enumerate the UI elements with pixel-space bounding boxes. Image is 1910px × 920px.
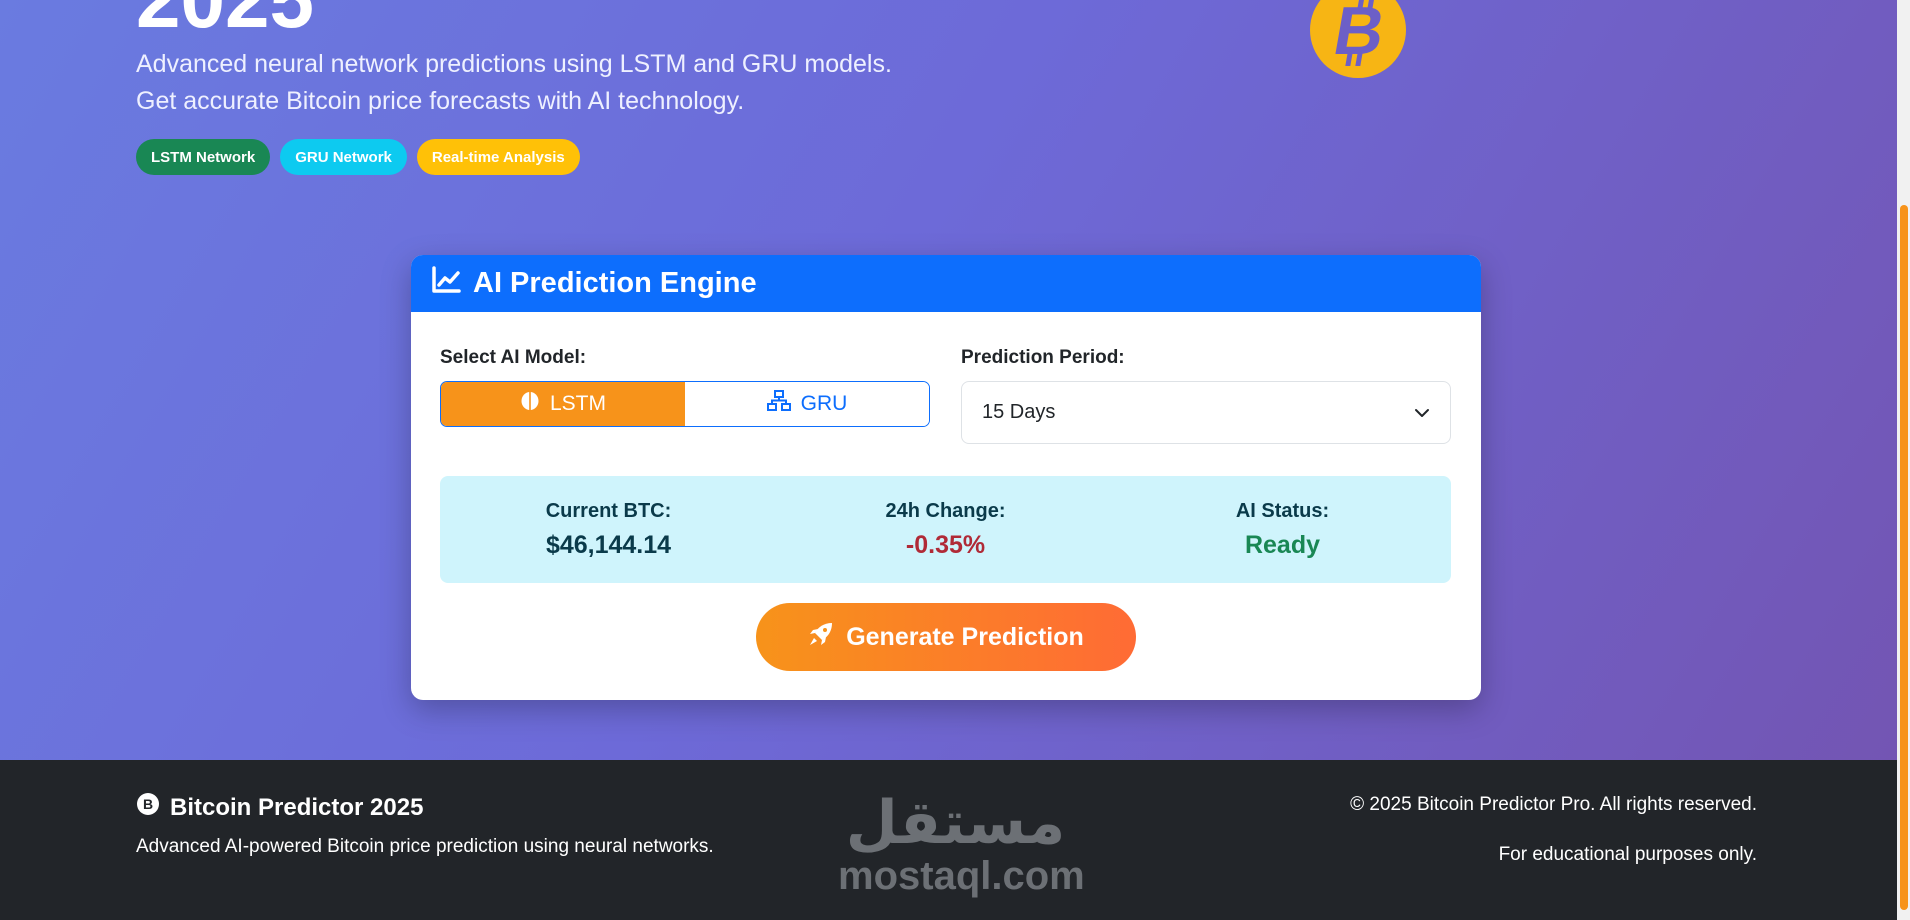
model-toggle-group: LSTM GRU — [440, 381, 930, 427]
period-value: 15 Days — [982, 401, 1056, 423]
model-label: Select AI Model: — [440, 347, 587, 368]
market-stats: Current BTC: $46,144.14 24h Change: -0.3… — [440, 476, 1451, 583]
prediction-engine-card: AI Prediction Engine Select AI Model: LS… — [411, 255, 1481, 700]
generate-label: Generate Prediction — [846, 622, 1084, 651]
model-button-gru[interactable]: GRU — [685, 382, 929, 426]
hero-section: 2025 Advanced neural network predictions… — [0, 0, 1897, 760]
model-label-lstm: LSTM — [549, 392, 606, 415]
footer-title: Bitcoin Predictor 2025 — [170, 793, 424, 821]
page-scrollbar[interactable] — [1897, 0, 1910, 920]
footer-brand: B Bitcoin Predictor 2025 — [136, 792, 423, 823]
card-title: AI Prediction Engine — [473, 267, 757, 299]
stat-24h-change: 24h Change: -0.35% — [777, 476, 1114, 583]
period-label: Prediction Period: — [961, 347, 1125, 368]
footer-legal: © 2025 Bitcoin Predictor Pro. All rights… — [1350, 794, 1757, 894]
brain-icon — [520, 391, 540, 417]
badge-lstm: LSTM Network — [136, 139, 271, 175]
feature-badges: LSTM Network GRU Network Real-time Analy… — [136, 139, 580, 175]
model-button-lstm[interactable]: LSTM — [441, 382, 685, 426]
bitcoin-logo-icon: B — [1310, 0, 1406, 78]
watermark-latin: mostaql.com — [838, 854, 1085, 898]
scrollbar-thumb[interactable] — [1900, 205, 1908, 910]
watermark-logo: مستقل mostaql.com — [838, 789, 1085, 898]
stat-value: $46,144.14 — [545, 530, 672, 559]
bitcoin-icon: B — [136, 792, 160, 823]
badge-gru: GRU Network — [280, 139, 407, 175]
stat-label: Current BTC: — [545, 499, 672, 522]
badge-realtime: Real-time Analysis — [416, 139, 580, 175]
rocket-icon — [808, 621, 834, 654]
svg-text:B: B — [143, 796, 153, 812]
card-header: AI Prediction Engine — [411, 255, 1481, 312]
stat-value: -0.35% — [905, 530, 986, 559]
prediction-period-select[interactable]: 15 Days — [961, 381, 1451, 444]
generate-prediction-button[interactable]: Generate Prediction — [756, 603, 1136, 671]
chevron-down-icon — [1414, 401, 1430, 424]
footer-copyright: © 2025 Bitcoin Predictor Pro. All rights… — [1350, 794, 1757, 815]
hero-title: 2025 — [136, 0, 314, 40]
stat-label: 24h Change: — [885, 499, 1006, 522]
watermark-arabic: مستقل — [845, 789, 1066, 856]
footer-note: For educational purposes only. — [1498, 844, 1757, 865]
hero-subtitle: Advanced neural network predictions usin… — [136, 50, 892, 115]
stat-ai-status: AI Status: Ready — [1114, 476, 1451, 583]
stat-current-btc: Current BTC: $46,144.14 — [440, 476, 777, 583]
model-label-gru: GRU — [800, 392, 848, 415]
network-icon — [766, 390, 791, 418]
footer-description: Advanced AI-powered Bitcoin price predic… — [136, 836, 714, 857]
stat-value: Ready — [1244, 530, 1321, 559]
stat-label: AI Status: — [1235, 499, 1330, 522]
chart-line-icon — [431, 265, 461, 302]
